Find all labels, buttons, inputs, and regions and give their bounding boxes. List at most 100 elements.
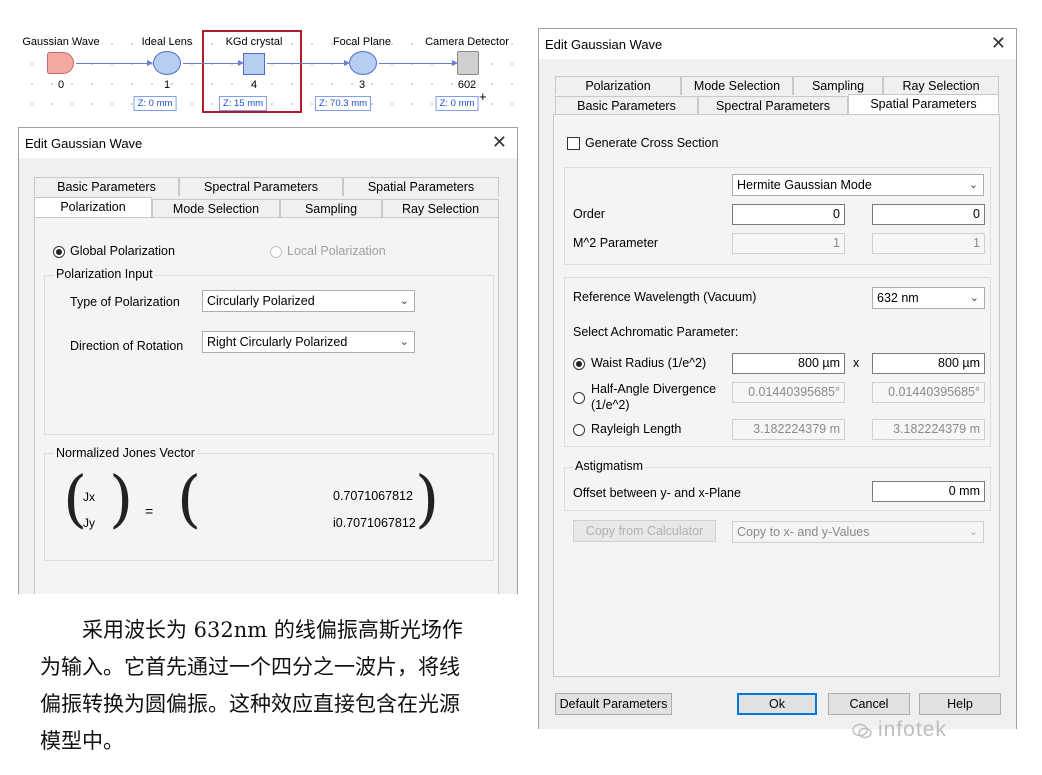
tab-spatial-parameters[interactable]: Spatial Parameters xyxy=(848,94,999,115)
mode-value: Hermite Gaussian Mode xyxy=(737,178,872,192)
node-label-ideal-lens: Ideal Lens xyxy=(141,36,193,48)
node-index: 3 xyxy=(358,79,366,91)
reference-wavelength-label: Reference Wavelength (Vacuum) xyxy=(573,290,757,304)
half-angle-y-input[interactable]: 0.01440395685° xyxy=(872,382,985,403)
wechat-logo-icon xyxy=(852,722,872,740)
dialog-titlebar: Edit Gaussian Wave ✕ xyxy=(19,128,517,158)
tab-spectral-parameters[interactable]: Spectral Parameters xyxy=(698,96,848,115)
default-parameters-button[interactable]: Default Parameters xyxy=(555,693,672,715)
focal-plane-icon[interactable] xyxy=(349,51,377,75)
node-label-camera-detector: Camera Detector xyxy=(425,36,509,48)
copy-to-xy-select[interactable]: Copy to x- and y-Values ⌄ xyxy=(732,521,984,543)
tab-spatial-parameters[interactable]: Spatial Parameters xyxy=(343,177,499,196)
polarization-input-title: Polarization Input xyxy=(54,267,155,281)
left-paren-icon: ( xyxy=(177,462,202,535)
close-icon[interactable]: ✕ xyxy=(991,33,1006,54)
m2-y-input[interactable]: 1 xyxy=(872,233,985,254)
left-edit-gaussian-wave-dialog: Edit Gaussian Wave ✕ Basic Parameters Sp… xyxy=(18,127,518,594)
tab-sampling[interactable]: Sampling xyxy=(793,76,883,95)
camera-detector-icon[interactable] xyxy=(457,51,479,75)
add-element-icon[interactable]: + xyxy=(479,89,487,104)
chevron-down-icon: ⌄ xyxy=(399,295,409,307)
z-position-box[interactable]: Z: 0 mm xyxy=(435,96,479,111)
jones-jy-label: Jy xyxy=(83,516,95,530)
gaussian-wave-source-icon[interactable] xyxy=(47,52,74,74)
ideal-lens-icon[interactable] xyxy=(153,51,181,75)
mode-select[interactable]: Hermite Gaussian Mode ⌄ xyxy=(732,174,984,196)
order-label: Order xyxy=(573,207,605,221)
node-index: 1 xyxy=(163,79,171,91)
caption-line: 为输入。它首先通过一个四分之一波片，将线 xyxy=(40,655,460,679)
z-position-box[interactable]: Z: 70.3 mm xyxy=(314,96,372,111)
waist-radius-label: Waist Radius (1/e^2) xyxy=(591,356,707,370)
tab-mode-selection[interactable]: Mode Selection xyxy=(681,76,793,95)
connector-arrow xyxy=(183,60,244,66)
jones-value-y: i0.7071067812 xyxy=(333,516,416,530)
jones-vector-title: Normalized Jones Vector xyxy=(54,446,197,460)
node-index: 0 xyxy=(57,79,65,91)
copy-to-xy-value: Copy to x- and y-Values xyxy=(737,525,870,539)
tab-spectral-parameters[interactable]: Spectral Parameters xyxy=(179,177,343,196)
direction-of-rotation-select[interactable]: Right Circularly Polarized ⌄ xyxy=(202,331,415,353)
tab-ray-selection[interactable]: Ray Selection xyxy=(382,199,499,218)
waist-radius-x-input[interactable]: 800 µm xyxy=(732,353,845,374)
z-position-box[interactable]: Z: 0 mm xyxy=(133,96,177,111)
right-edit-gaussian-wave-dialog: Edit Gaussian Wave ✕ Polarization Mode S… xyxy=(538,28,1017,729)
tab-polarization[interactable]: Polarization xyxy=(555,76,681,95)
rayleigh-x-input[interactable]: 3.182224379 m xyxy=(732,419,845,440)
m2-parameter-label: M^2 Parameter xyxy=(573,236,659,250)
jones-value-x: 0.7071067812 xyxy=(333,489,413,503)
rayleigh-y-input[interactable]: 3.182224379 m xyxy=(872,419,985,440)
tab-ray-selection[interactable]: Ray Selection xyxy=(883,76,999,95)
half-angle-divergence-label-2: (1/e^2) xyxy=(591,398,630,412)
kgd-crystal-icon[interactable] xyxy=(243,53,265,75)
tab-basic-parameters[interactable]: Basic Parameters xyxy=(34,177,179,196)
cancel-button[interactable]: Cancel xyxy=(828,693,910,715)
tab-sampling[interactable]: Sampling xyxy=(280,199,382,218)
order-x-input[interactable]: 0 xyxy=(732,204,845,225)
order-y-input[interactable]: 0 xyxy=(872,204,985,225)
type-of-polarization-select[interactable]: Circularly Polarized ⌄ xyxy=(202,290,415,312)
right-paren-icon: ) xyxy=(415,462,440,535)
tab-mode-selection[interactable]: Mode Selection xyxy=(152,199,280,218)
connector-arrow xyxy=(267,60,350,66)
caption-line: 模型中。 xyxy=(40,729,124,753)
node-label-focal-plane: Focal Plane xyxy=(332,36,392,48)
generate-cross-section-label: Generate Cross Section xyxy=(585,136,719,150)
generate-cross-section-checkbox[interactable] xyxy=(567,137,580,150)
caption-line: 采用波长为 632nm 的线偏振高斯光场作 xyxy=(82,618,463,642)
chevron-down-icon: ⌄ xyxy=(969,292,979,304)
tab-polarization[interactable]: Polarization xyxy=(34,197,152,218)
achromatic-parameter-label: Select Achromatic Parameter: xyxy=(573,325,739,339)
node-label-gaussian-wave: Gaussian Wave xyxy=(22,36,100,48)
spatial-parameters-tab-panel: Generate Cross Section Hermite Gaussian … xyxy=(553,114,1000,677)
half-angle-divergence-radio[interactable] xyxy=(573,392,585,404)
tab-basic-parameters[interactable]: Basic Parameters xyxy=(555,96,698,115)
equals-sign: = xyxy=(145,503,154,519)
dialog-titlebar: Edit Gaussian Wave ✕ xyxy=(539,29,1016,59)
rayleigh-length-label: Rayleigh Length xyxy=(591,422,682,436)
astigmatism-title: Astigmatism xyxy=(573,459,646,473)
help-button[interactable]: Help xyxy=(919,693,1001,715)
m2-x-input[interactable]: 1 xyxy=(732,233,845,254)
global-polarization-radio[interactable] xyxy=(53,246,65,258)
local-polarization-label: Local Polarization xyxy=(287,244,386,258)
dialog-title: Edit Gaussian Wave xyxy=(545,37,663,52)
type-of-polarization-label: Type of Polarization xyxy=(70,295,180,309)
close-icon[interactable]: ✕ xyxy=(492,132,507,153)
caption-line: 偏振转换为圆偏振。这种效应直接包含在光源 xyxy=(40,692,460,716)
offset-input[interactable]: 0 mm xyxy=(872,481,985,502)
ok-button[interactable]: Ok xyxy=(737,693,817,715)
caption-paragraph: 采用波长为 632nm 的线偏振高斯光场作 为输入。它首先通过一个四分之一波片，… xyxy=(40,612,520,760)
local-polarization-radio[interactable] xyxy=(270,246,282,258)
rayleigh-length-radio[interactable] xyxy=(573,424,585,436)
half-angle-x-input[interactable]: 0.01440395685° xyxy=(732,382,845,403)
waist-radius-y-input[interactable]: 800 µm xyxy=(872,353,985,374)
z-position-box[interactable]: Z: 15 mm xyxy=(218,96,268,111)
chevron-down-icon: ⌄ xyxy=(399,336,409,348)
waist-radius-radio[interactable] xyxy=(573,358,585,370)
copy-from-calculator-button[interactable]: Copy from Calculator xyxy=(573,520,716,542)
type-of-polarization-value: Circularly Polarized xyxy=(207,294,315,308)
reference-wavelength-select[interactable]: 632 nm ⌄ xyxy=(872,287,985,309)
half-angle-divergence-label: Half-Angle Divergence xyxy=(591,382,717,396)
